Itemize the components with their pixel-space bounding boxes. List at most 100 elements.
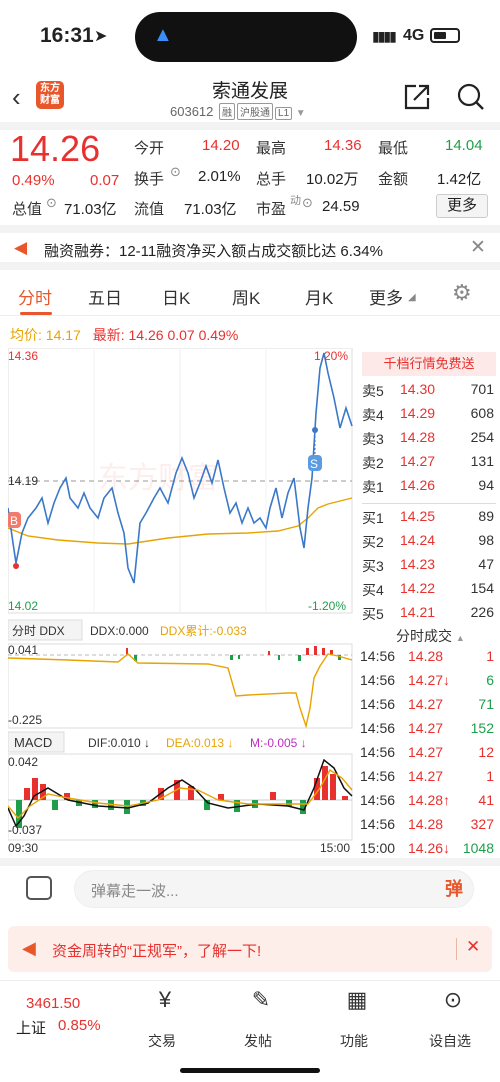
- avg-value: 14.17: [45, 327, 81, 343]
- macd-tab[interactable]: MACD: [14, 735, 52, 750]
- tab-daily[interactable]: 日K: [162, 284, 190, 309]
- network-label: 4G: [403, 27, 425, 44]
- stock-code: 603612: [170, 104, 214, 119]
- latest-value: 14.26: [128, 327, 164, 343]
- nav-post[interactable]: ✎ 发帖: [228, 987, 288, 1051]
- y-top-label: 14.36: [8, 349, 38, 363]
- trade-volume: 41: [478, 792, 494, 808]
- ob-volume: 608: [470, 405, 494, 421]
- trade-row: 14:56 14.28 327: [360, 814, 498, 838]
- battery-icon: [430, 28, 460, 43]
- info-icon[interactable]: ⊙: [46, 195, 57, 211]
- ob-volume: 89: [478, 508, 494, 524]
- ob-volume: 701: [470, 381, 494, 397]
- macd-dea: DEA:0.013 ↓: [166, 736, 233, 750]
- more-button[interactable]: 更多: [436, 194, 488, 218]
- chart-tabs: 分时 五日 日K 周K 月K 更多 ◢ ⚙: [0, 270, 500, 316]
- orderbook-row: 买1 14.25 89: [362, 506, 498, 530]
- ddx-value: DDX:0.000: [90, 624, 149, 638]
- status-time: 16:31: [40, 24, 94, 47]
- trade-volume: 1: [486, 768, 494, 784]
- orderbook-row: 卖4 14.29 608: [362, 403, 498, 427]
- tab-5day[interactable]: 五日: [88, 284, 122, 309]
- tab-intraday[interactable]: 分时: [18, 284, 52, 309]
- price-bar: 均价: 14.17 最新: 14.26 0.07 0.49%: [10, 325, 238, 345]
- ob-price: 14.24: [400, 532, 436, 548]
- ddx-top-label: 0.041: [8, 643, 38, 657]
- ob-volume: 94: [478, 477, 494, 493]
- float-label: 流值: [134, 201, 165, 218]
- pct-top-label: 1.20%: [314, 349, 348, 363]
- orderbook-title[interactable]: 千档行情免费送: [362, 352, 496, 376]
- nav-add-watchlist[interactable]: ⊙ 设自选: [420, 987, 480, 1051]
- ob-label: 买3: [362, 558, 384, 574]
- trade-volume: 1048: [462, 840, 494, 856]
- gear-icon[interactable]: ⚙: [452, 280, 472, 306]
- info-icon[interactable]: ⊙: [302, 195, 313, 211]
- tag-level: L1: [275, 107, 293, 120]
- tab-more[interactable]: 更多: [369, 284, 403, 309]
- orderbook-row: 买4 14.22 154: [362, 578, 498, 602]
- ob-label: 卖4: [362, 407, 384, 423]
- orderbook-row: 卖3 14.28 254: [362, 427, 498, 451]
- more-icon: ⊙: [443, 987, 463, 1012]
- index-value[interactable]: 3461.50: [26, 995, 80, 1012]
- ob-label: 卖2: [362, 455, 384, 471]
- trade-price: 14.28: [408, 648, 444, 664]
- macd-m: M:-0.005 ↓: [250, 736, 307, 750]
- nav-functions[interactable]: ▦ 功能: [324, 987, 384, 1051]
- nav-trade[interactable]: ¥ 交易: [132, 987, 192, 1051]
- ob-price: 14.25: [400, 508, 436, 524]
- promo-banner[interactable]: ◀ 资金周转的“正规军”，了解一下! ✕: [8, 926, 492, 972]
- tag-margin: 融: [219, 103, 236, 120]
- bottom-nav: 3461.50 上证 0.85% ¥ 交易 ✎ 发帖 ▦ 功能 ⊙ 设自选: [0, 980, 500, 1082]
- promo-text: 资金周转的“正规军”，了解一下!: [52, 943, 262, 960]
- news-text[interactable]: 融资融券：12-11融资净买入额占成交额比达 6.34%: [44, 240, 383, 261]
- volume-value: 10.02万: [306, 171, 359, 188]
- pe-label: 市盈: [256, 201, 287, 218]
- dropdown-icon[interactable]: ◢: [408, 292, 416, 303]
- ob-label: 买2: [362, 534, 384, 550]
- ddx-tab[interactable]: 分时 DDX: [12, 624, 65, 638]
- float-value: 71.03亿: [184, 201, 237, 218]
- dynamic-island: ▲: [135, 12, 357, 62]
- trade-time: 14:56: [360, 768, 396, 784]
- trade-time: 15:00: [360, 840, 396, 856]
- intraday-chart[interactable]: 东方财富 B S 14.36 14.19 14.02 1.20% -1.20% …: [8, 348, 356, 853]
- ob-price: 14.28: [400, 429, 436, 445]
- ddx-bot-label: -0.225: [8, 713, 42, 727]
- trade-price: 14.27: [408, 768, 444, 784]
- sell-marker: S: [310, 457, 318, 471]
- chevron-down-icon[interactable]: ▼: [296, 108, 306, 119]
- comment-input[interactable]: 弹幕走一波... 弹: [74, 870, 474, 908]
- share-icon[interactable]: [402, 82, 432, 112]
- turnover-label: 换手: [134, 171, 165, 188]
- close-icon[interactable]: ✕: [466, 937, 480, 957]
- trade-time: 14:56: [360, 744, 396, 760]
- latest-pct: 0.49%: [198, 327, 239, 343]
- trade-time: 14:56: [360, 720, 396, 736]
- ob-label: 卖5: [362, 383, 384, 399]
- search-icon[interactable]: [456, 82, 486, 112]
- trade-price: 14.27: [408, 720, 444, 736]
- danmaku-settings-icon[interactable]: [26, 876, 52, 900]
- danmaku-button[interactable]: 弹: [437, 873, 471, 905]
- ddx-sum: DDX累计:-0.033: [160, 624, 247, 638]
- info-icon[interactable]: ⊙: [170, 164, 181, 180]
- tab-indicator: [20, 312, 52, 315]
- tab-weekly[interactable]: 周K: [232, 284, 260, 309]
- trade-row: 14:56 14.28↑ 41: [360, 790, 498, 814]
- trade-time: 14:56: [360, 792, 396, 808]
- divider: [0, 262, 500, 270]
- ob-price: 14.26: [400, 477, 436, 493]
- trades-title[interactable]: 分时成交 ▲: [396, 626, 465, 646]
- close-icon[interactable]: ✕: [470, 236, 486, 259]
- edit-icon: ✎: [251, 987, 271, 1012]
- promo-divider: [456, 938, 457, 960]
- comment-placeholder: 弹幕走一波...: [91, 883, 179, 900]
- ob-volume: 47: [478, 556, 494, 572]
- trade-time: 14:56: [360, 816, 396, 832]
- trade-row: 14:56 14.27 71: [360, 694, 498, 718]
- tab-monthly[interactable]: 月K: [305, 284, 333, 309]
- y-bot-label: 14.02: [8, 599, 38, 613]
